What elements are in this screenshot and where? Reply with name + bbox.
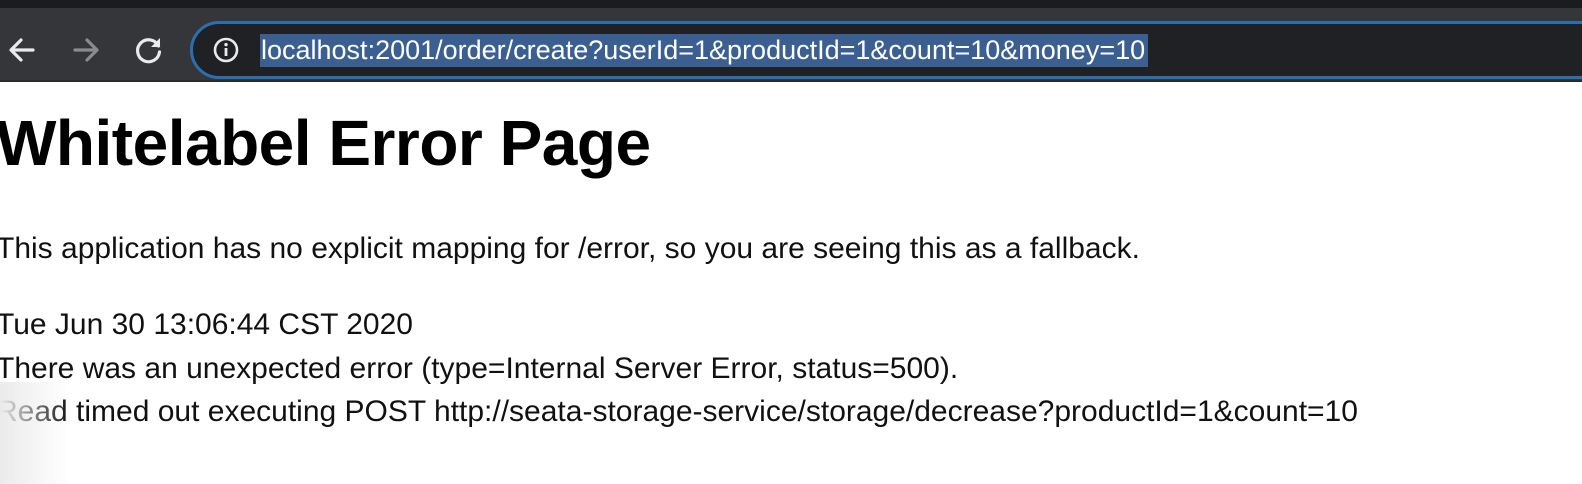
window-shadow: [0, 382, 70, 484]
arrow-right-icon: [73, 38, 99, 62]
page-content: Whitelabel Error Page This application h…: [0, 82, 1582, 484]
error-message: Read timed out executing POST http://sea…: [0, 395, 1358, 428]
error-description: This application has no explicit mapping…: [0, 232, 1140, 265]
info-circle-icon[interactable]: [213, 37, 239, 63]
reload-button[interactable]: [129, 30, 169, 70]
window-top-strip: [0, 0, 1582, 8]
back-button[interactable]: [2, 30, 42, 70]
forward-button[interactable]: [66, 30, 106, 70]
browser-toolbar: localhost:2001/order/create?userId=1&pro…: [0, 8, 1582, 80]
arrow-left-icon: [9, 38, 35, 62]
page-title: Whitelabel Error Page: [0, 107, 651, 179]
url-text[interactable]: localhost:2001/order/create?userId=1&pro…: [260, 34, 1149, 67]
error-type-line: There was an unexpected error (type=Inte…: [0, 352, 959, 385]
error-timestamp: Tue Jun 30 13:06:44 CST 2020: [0, 308, 413, 341]
address-bar[interactable]: localhost:2001/order/create?userId=1&pro…: [190, 21, 1582, 79]
reload-icon: [135, 38, 162, 64]
